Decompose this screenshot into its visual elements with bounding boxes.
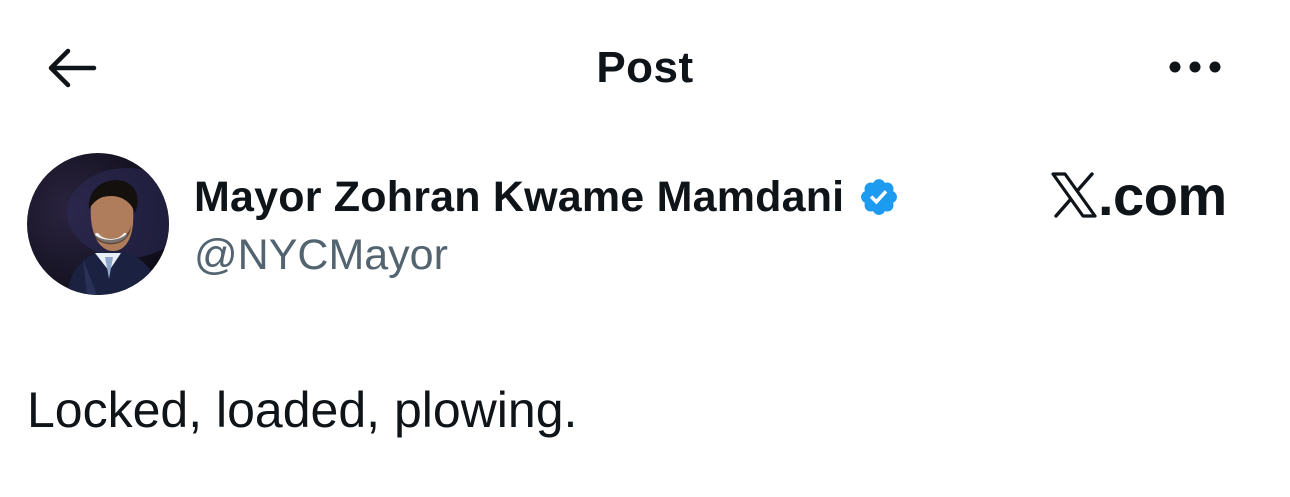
top-navigation-bar: Post xyxy=(0,0,1290,134)
brand-domain-text: .com xyxy=(1098,164,1227,227)
more-options-button[interactable] xyxy=(1160,44,1230,90)
page-title: Post xyxy=(596,43,694,92)
x-logo-icon xyxy=(1051,172,1097,218)
author-display-name: Mayor Zohran Kwame Mamdani xyxy=(194,172,845,221)
avatar[interactable] xyxy=(27,153,169,295)
author-name-row[interactable]: Mayor Zohran Kwame Mamdani xyxy=(194,169,900,225)
more-horizontal-icon xyxy=(1169,61,1221,73)
post-body-text: Locked, loaded, plowing. xyxy=(27,382,578,438)
x-com-logo: .com xyxy=(1050,166,1227,226)
profile-photo-icon xyxy=(27,153,169,295)
author-handle[interactable]: @NYCMayor xyxy=(194,231,448,280)
verified-badge-icon xyxy=(858,176,900,218)
